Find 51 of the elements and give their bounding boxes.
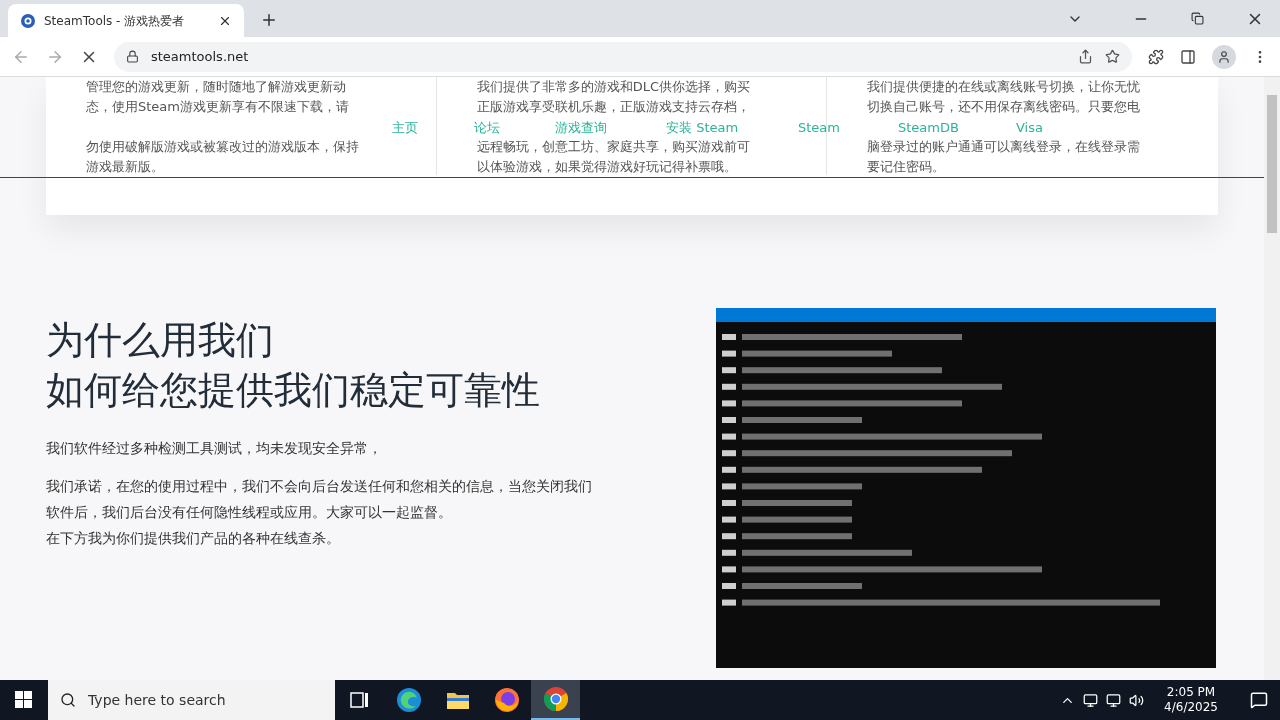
side-panel-icon[interactable] bbox=[1180, 48, 1196, 65]
nav-link[interactable]: Visa bbox=[1016, 120, 1043, 136]
feature-text-line: 游戏最新版。 bbox=[86, 159, 165, 175]
volume-icon[interactable] bbox=[1129, 692, 1145, 708]
feature-text-line: 切换自己账号，还不用保存离线密码。只要您电 bbox=[867, 99, 1142, 115]
nav-link[interactable]: Steam bbox=[798, 120, 840, 136]
feature-text-line: 脑登录过的账户通通可以离线登录，在线登录需 bbox=[867, 139, 1142, 155]
url-text: steamtools.net bbox=[151, 47, 250, 66]
lock-icon bbox=[126, 50, 139, 63]
search-icon bbox=[60, 692, 76, 708]
feature-text-line: 以体验游戏，如果觉得游戏好玩记得补票哦。 bbox=[476, 159, 738, 175]
nav-link[interactable]: 主页 bbox=[392, 120, 418, 136]
taskbar-search-field[interactable]: Type here to search bbox=[48, 680, 335, 720]
chrome-icon bbox=[542, 686, 569, 712]
task-view-icon bbox=[349, 691, 370, 709]
feature-text-line: 管理您的游戏更新，随时随地了解游戏更新动 bbox=[86, 79, 347, 95]
nav-link[interactable]: 游戏查询 bbox=[555, 120, 607, 136]
nav-link[interactable]: 安装 Steam bbox=[666, 120, 739, 136]
tab-title: SteamTools - 游戏热爱者 bbox=[44, 12, 186, 30]
feature-text-line: 态，使用Steam游戏更新享有不限速下载，请 bbox=[86, 99, 350, 115]
share-icon[interactable] bbox=[1078, 49, 1093, 64]
address-bar[interactable]: steamtools.net bbox=[114, 41, 1132, 72]
nav-link[interactable]: SteamDB bbox=[898, 120, 959, 136]
body-paragraph: 在下方我为你们提供我们产品的各种在线查杀。 bbox=[46, 529, 341, 548]
windows-start-icon[interactable] bbox=[15, 691, 33, 709]
body-paragraph: 我们承诺，在您的使用过程中，我们不会向后台发送任何和您相关的信息，当您关闭我们软件后，我们后台没有任何隐性线程或应用。大家可以一起监督。 bbox=[46, 477, 593, 522]
restore-icon[interactable] bbox=[1191, 12, 1204, 25]
bookmark-star-icon[interactable] bbox=[1105, 49, 1120, 64]
taskbar-app[interactable] bbox=[531, 680, 580, 720]
feature-text-line: 要记住密码。 bbox=[867, 159, 947, 175]
feature-text-line: 我们提供了非常多的游戏和DLC供你选择，购买 bbox=[476, 79, 751, 95]
profile-avatar[interactable] bbox=[1212, 44, 1236, 69]
device-icon[interactable] bbox=[1083, 692, 1099, 708]
site-logo-icon bbox=[20, 12, 36, 29]
feature-text-line: 我们提供便捷的在线或离线账号切换，让你无忧 bbox=[867, 79, 1142, 95]
feature-text-line: 正版游戏享受联机乐趣，正版游戏支持云存档， bbox=[476, 99, 751, 115]
browser-tab[interactable]: SteamTools - 游戏热爱者 bbox=[8, 4, 244, 37]
feature-text-line: 勿使用破解版游戏或被篡改过的游戏版本，保持 bbox=[86, 139, 360, 155]
scrollbar[interactable] bbox=[1264, 77, 1280, 680]
nav-link[interactable]: 论坛 bbox=[474, 120, 500, 136]
clock-time: 2:05 PM bbox=[1166, 685, 1216, 700]
feature-text-line: 远程畅玩，创意工坊、家庭共享，购买游戏前可 bbox=[476, 139, 751, 155]
section-title: 为什么用我们 如何给您提供我们稳定可靠性 bbox=[46, 317, 541, 414]
firefox-icon bbox=[493, 687, 520, 713]
body-paragraph: 我们软件经过多种检测工具测试，均未发现安全异常， bbox=[46, 439, 383, 458]
notifications-icon[interactable] bbox=[1250, 691, 1268, 709]
folder-icon bbox=[445, 690, 470, 710]
clock-date: 4/6/2025 bbox=[1164, 700, 1218, 715]
edge-icon bbox=[395, 687, 422, 713]
extensions-icon[interactable] bbox=[1148, 48, 1164, 65]
new-tab-icon[interactable] bbox=[260, 11, 278, 29]
